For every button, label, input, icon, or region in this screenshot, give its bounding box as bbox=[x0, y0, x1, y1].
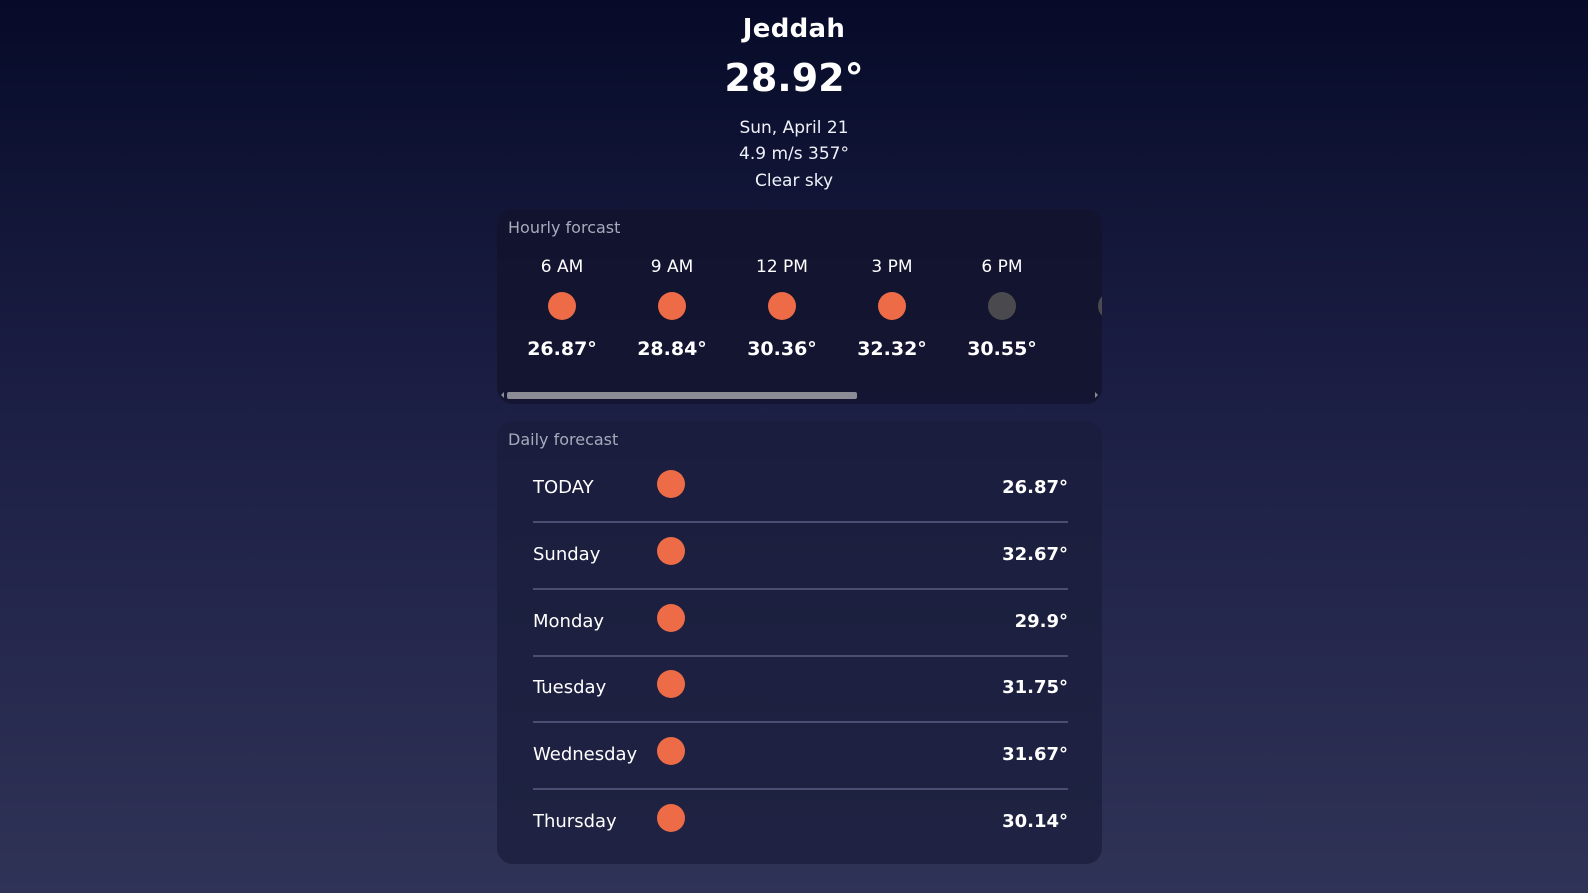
scroll-right-arrow-icon[interactable] bbox=[1095, 392, 1098, 398]
daily-forecast-title: Daily forecast bbox=[508, 430, 619, 449]
hour-temperature: 28.84° bbox=[637, 338, 707, 360]
hour-temperature: 32.32° bbox=[857, 338, 927, 360]
day-temperature: 26.87° bbox=[1002, 477, 1068, 498]
current-temperature: 28.92° bbox=[724, 56, 864, 100]
daily-row: TODAY 26.87° bbox=[533, 457, 1068, 523]
hour-temperature: 3( bbox=[1057, 337, 1102, 361]
hour-temperature: 30.55° bbox=[967, 338, 1037, 360]
wind-info: 4.9 m/s 357° bbox=[739, 144, 849, 164]
daily-row: Sunday 32.67° bbox=[533, 524, 1068, 590]
daily-row: Thursday 30.14° bbox=[533, 791, 1068, 857]
sun-icon bbox=[657, 737, 685, 765]
day-temperature: 31.75° bbox=[1002, 677, 1068, 698]
day-name: Monday bbox=[533, 611, 605, 632]
hourly-item: 9 AM 28.84° bbox=[617, 255, 727, 361]
hourly-item: 12 PM 30.36° bbox=[727, 255, 837, 361]
sun-icon bbox=[657, 604, 685, 632]
day-temperature: 32.67° bbox=[1002, 544, 1068, 565]
hour-time: 9 bbox=[1057, 255, 1102, 279]
hour-temperature: 30.36° bbox=[747, 338, 817, 360]
horizontal-scrollbar[interactable] bbox=[501, 392, 1098, 399]
sun-icon bbox=[878, 292, 906, 320]
hourly-item: 3 PM 32.32° bbox=[837, 255, 947, 361]
daily-row: Tuesday 31.75° bbox=[533, 657, 1068, 723]
scrollbar-thumb[interactable] bbox=[507, 392, 857, 399]
weather-description: Clear sky bbox=[754, 171, 834, 191]
sun-icon bbox=[657, 470, 685, 498]
daily-row: Wednesday 31.67° bbox=[533, 724, 1068, 790]
sun-icon bbox=[548, 292, 576, 320]
hour-time: 6 AM bbox=[540, 257, 584, 277]
daily-row: Monday 29.9° bbox=[533, 591, 1068, 657]
hourly-item: 6 PM 30.55° bbox=[947, 255, 1057, 361]
current-date: Sun, April 21 bbox=[739, 118, 849, 138]
day-temperature: 29.9° bbox=[1014, 611, 1068, 632]
moon-icon bbox=[1098, 292, 1102, 320]
hour-temperature: 26.87° bbox=[527, 338, 597, 360]
day-name: Sunday bbox=[533, 544, 601, 565]
moon-icon bbox=[988, 292, 1016, 320]
hourly-forecast-card: Hourly forcast 6 AM 26.87° 9 AM 28.84° 1… bbox=[497, 209, 1102, 404]
city-name: Jeddah bbox=[742, 14, 846, 44]
hourly-forecast-scroll[interactable]: 6 AM 26.87° 9 AM 28.84° 12 PM 30.36° 3 P… bbox=[497, 255, 1102, 375]
scroll-left-arrow-icon[interactable] bbox=[501, 392, 504, 398]
day-name: Thursday bbox=[533, 811, 617, 832]
day-temperature: 31.67° bbox=[1002, 744, 1068, 765]
day-name: TODAY bbox=[533, 477, 594, 498]
sun-icon bbox=[657, 804, 685, 832]
hour-time: 3 PM bbox=[871, 257, 913, 277]
sun-icon bbox=[768, 292, 796, 320]
day-temperature: 30.14° bbox=[1002, 811, 1068, 832]
daily-forecast-card: Daily forecast TODAY 26.87° Sunday 32.67… bbox=[497, 421, 1102, 864]
hour-time: 6 PM bbox=[981, 257, 1023, 277]
sun-icon bbox=[657, 670, 685, 698]
hour-time: 12 PM bbox=[756, 257, 808, 277]
hourly-item: 9 3( bbox=[1057, 255, 1102, 361]
sun-icon bbox=[657, 537, 685, 565]
hourly-forecast-title: Hourly forcast bbox=[508, 218, 621, 237]
hour-time: 9 AM bbox=[650, 257, 694, 277]
sun-icon bbox=[658, 292, 686, 320]
hourly-item: 6 AM 26.87° bbox=[507, 255, 617, 361]
day-name: Wednesday bbox=[533, 744, 638, 765]
day-name: Tuesday bbox=[533, 677, 607, 698]
